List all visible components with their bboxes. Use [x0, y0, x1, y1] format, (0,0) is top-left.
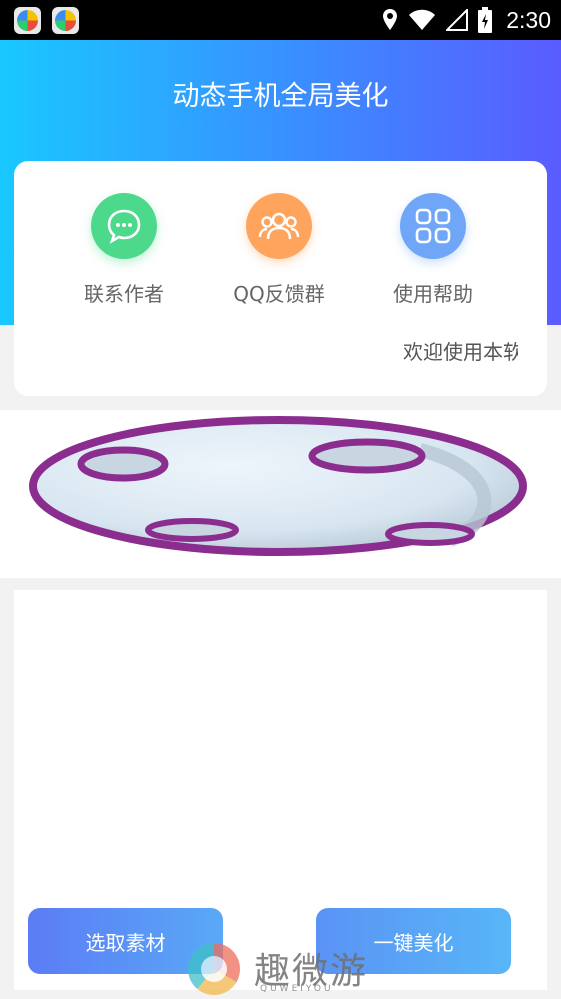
grid-icon [400, 193, 466, 259]
battery-icon [478, 7, 493, 33]
watermark-subtext: QUWEIYOU [260, 984, 334, 994]
contact-author-button[interactable]: 联系作者 [54, 193, 194, 307]
planet-illustration [29, 416, 527, 556]
preview-area [0, 410, 561, 578]
usage-help-button[interactable]: 使用帮助 [363, 193, 503, 307]
group-icon [246, 193, 312, 259]
clock: 2:30 [506, 6, 551, 33]
shortcut-label: 联系作者 [84, 282, 164, 306]
app-screen: 2:30 动态手机全局美化 联系作者 QQ反馈群 使用帮助 欢迎使用本软 选取素… [0, 0, 561, 999]
shortcut-label: QQ反馈群 [233, 282, 325, 306]
chat-icon [91, 193, 157, 259]
watermark-logo-icon [188, 943, 240, 995]
wifi-icon [409, 9, 436, 30]
watermark: 趣微游 QUWEIYOU [188, 940, 388, 998]
shortcut-card: 联系作者 QQ反馈群 使用帮助 欢迎使用本软 [14, 161, 547, 396]
app-icon [14, 7, 41, 34]
app-icon [52, 7, 79, 34]
qq-feedback-group-button[interactable]: QQ反馈群 [209, 193, 349, 307]
shortcut-label: 使用帮助 [393, 282, 473, 306]
location-icon [383, 9, 398, 30]
notice-marquee: 欢迎使用本软 [403, 340, 518, 364]
signal-icon [446, 9, 469, 31]
status-bar: 2:30 [0, 0, 561, 40]
page-title: 动态手机全局美化 [172, 81, 389, 112]
